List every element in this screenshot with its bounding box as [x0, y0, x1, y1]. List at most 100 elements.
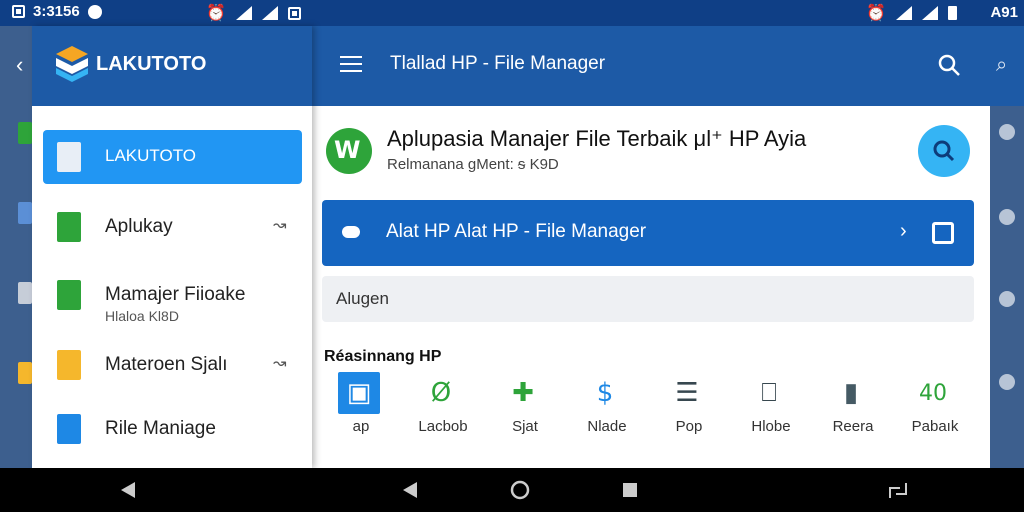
drawer-item-label: Aplukay	[105, 216, 173, 237]
category-label: Nlade	[587, 418, 627, 435]
back-icon	[403, 482, 417, 498]
drawer-item-label: Materoen Sjalı	[105, 354, 228, 375]
category-item[interactable]: ▣ ap	[326, 370, 408, 440]
category-label: Reera	[832, 418, 874, 435]
category-item[interactable]: $ Nlade	[572, 370, 654, 440]
drawer-item-label: Rile Maniage	[105, 418, 216, 439]
sync-icon: Ø	[430, 378, 452, 408]
drawer-app-name: LAKUTOTO	[96, 53, 207, 75]
cloud-icon	[999, 209, 1015, 225]
wifi-icon	[235, 6, 252, 20]
box-icon	[57, 142, 81, 172]
rotate-icon	[889, 483, 907, 498]
drawer-item-file-manager[interactable]: Rile Maniage	[43, 402, 302, 456]
calendar-icon	[18, 282, 32, 304]
category-label: Hlobe	[751, 418, 791, 435]
share-icon: ↝	[273, 217, 287, 234]
share-icon: ↝	[273, 355, 287, 372]
back-chevron-icon: ‹	[16, 52, 24, 77]
banner-label: Alat HP Alat HP - File Manager	[386, 221, 647, 242]
status-icons-right: ⏰	[866, 3, 957, 23]
category-item[interactable]: 40 Pabaık	[900, 370, 982, 440]
category-label: Pop	[675, 418, 703, 435]
search-input[interactable]	[322, 276, 974, 322]
chevron-right-icon: ›	[900, 220, 907, 242]
category-label: ap	[352, 418, 370, 435]
drawer-item-sub: Hlaloa Kl8D	[105, 308, 179, 324]
background-app: ‹	[0, 26, 32, 468]
hero-subtitle: Relmanana gMent: ᵴ K9D	[387, 156, 559, 173]
chat-icon	[999, 291, 1015, 307]
folder-icon	[18, 362, 32, 384]
navigation-drawer: LAKUTOTO LAKUTOTO Aplukay ↝ Mamajer Fiio…	[32, 26, 312, 468]
category-item[interactable]: ⎕ Hlobe	[736, 370, 818, 440]
system-nav-bar	[0, 468, 1024, 512]
add-box-icon: ✚	[512, 378, 534, 408]
category-item[interactable]: ☰ Pop	[654, 370, 736, 440]
transfer-icon	[57, 280, 81, 310]
toggle-icon	[342, 226, 360, 238]
search-fab-button[interactable]	[918, 125, 970, 177]
category-item[interactable]: ▮ Reera	[818, 370, 900, 440]
drawer-item-manager[interactable]: Mamajer Fiioake Hlaloa Kl8D	[43, 268, 302, 324]
back-button[interactable]	[112, 468, 144, 512]
nfc-icon	[287, 6, 301, 20]
drawer-item-materials[interactable]: Materoen Sjalı ↝	[43, 338, 302, 392]
phone-icon: ⎕	[761, 377, 777, 408]
status-bar: 3:3156 ⏰ ⏰ A91	[0, 0, 1024, 26]
status-time: 3:3156	[33, 3, 80, 20]
category-label: Pabaık	[911, 418, 959, 435]
search-bar[interactable]	[322, 276, 974, 322]
messenger-icon	[87, 4, 102, 19]
drawer-item-home[interactable]: LAKUTOTO	[43, 130, 302, 184]
right-edge-app: ⌕	[990, 26, 1024, 468]
main-content: Tlallad HP - File Manager Aplupasia Mana…	[312, 26, 990, 468]
back-button[interactable]	[394, 468, 426, 512]
drawer-item-apps[interactable]: Aplukay ↝	[43, 200, 302, 254]
alarm-icon: ⏰	[206, 5, 226, 22]
recents-button[interactable]	[614, 468, 646, 512]
drawer-item-label: LAKUTOTO	[105, 146, 197, 165]
category-item[interactable]: Ø Lacbob	[408, 370, 490, 440]
dollar-icon: $	[596, 378, 614, 408]
home-icon	[510, 480, 530, 500]
category-label: Sjat	[512, 418, 538, 435]
notification-icon	[12, 5, 25, 18]
file-icon	[57, 414, 81, 444]
wifi-icon	[895, 6, 912, 20]
search-icon[interactable]: ⌕	[996, 54, 1007, 77]
sheet-icon	[57, 212, 81, 242]
category-grid: ▣ ap Ø Lacbob ✚ Sjat $ Nlade ☰ Pop ⎕ Hlobe ▮ Reera 40 P…	[326, 370, 982, 440]
rotate-button[interactable]	[882, 468, 914, 512]
hero-card: Aplupasia Manajer File Terbaik μl⁺ HP Ay…	[324, 122, 984, 192]
status-left: 3:3156	[12, 3, 102, 20]
app-bar: Tlallad HP - File Manager	[312, 26, 990, 106]
file-manager-icon: ▣	[338, 372, 380, 414]
menu-icon[interactable]	[340, 56, 362, 72]
status-icons-left: ⏰	[206, 3, 301, 23]
battery-icon	[947, 6, 957, 20]
settings-icon	[999, 124, 1015, 140]
app-logo-icon	[56, 46, 88, 82]
status-time-right: A91	[990, 4, 1018, 21]
folder-icon	[57, 350, 81, 380]
signal-icon	[921, 6, 938, 20]
search-icon[interactable]	[936, 52, 962, 78]
monitor-icon	[18, 202, 32, 224]
alarm-icon: ⏰	[866, 5, 886, 22]
file-manager-banner[interactable]: Alat HP Alat HP - File Manager ›	[322, 200, 974, 266]
section-title: Réasinnang HP	[324, 348, 442, 365]
home-button[interactable]	[506, 468, 534, 512]
recents-icon	[623, 483, 637, 497]
category-label: Lacbob	[418, 418, 468, 435]
signal-icon	[261, 6, 278, 20]
document-icon[interactable]	[932, 222, 954, 244]
tag-icon	[999, 374, 1015, 390]
app-title: Tlallad HP - File Manager	[390, 53, 606, 74]
search-icon	[933, 140, 955, 162]
drawer-item-label: Mamajer Fiioake	[105, 284, 246, 305]
hero-title: Aplupasia Manajer File Terbaik μl⁺ HP Ay…	[387, 126, 807, 151]
back-icon	[121, 482, 135, 498]
app-logo-icon	[326, 128, 372, 174]
category-item[interactable]: ✚ Sjat	[490, 370, 572, 440]
